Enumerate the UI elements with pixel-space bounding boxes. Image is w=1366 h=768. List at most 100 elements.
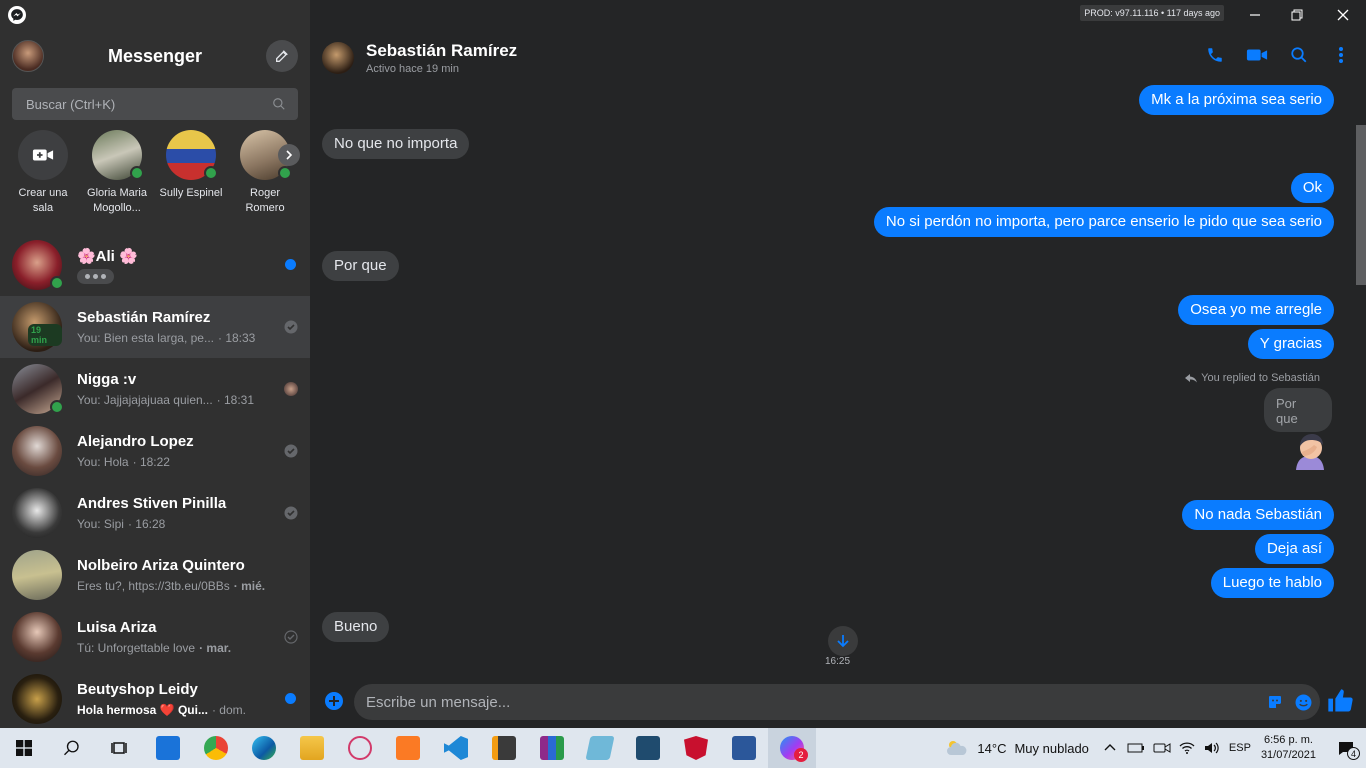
taskbar-app-sublime[interactable] — [480, 728, 528, 768]
conversation-item[interactable]: Luisa Ariza Tú: Unforgettable love · mar. — [0, 606, 310, 668]
taskbar-app-chrome[interactable] — [192, 728, 240, 768]
taskbar-app-messenger[interactable]: 2 — [768, 728, 816, 768]
message-input[interactable] — [366, 693, 1264, 711]
volume-icon[interactable] — [1203, 741, 1219, 755]
scroll-to-bottom-button[interactable] — [828, 626, 858, 656]
taskbar-app-snipping[interactable] — [336, 728, 384, 768]
taskbar-app-word[interactable] — [720, 728, 768, 768]
sticker-icon — [1269, 696, 1281, 708]
vscode-icon — [444, 736, 468, 760]
conversation-sidebar: Messenger Crear una sala Gloria Maria Mo… — [0, 0, 310, 728]
scrollbar-thumb[interactable] — [1356, 125, 1366, 285]
search-input[interactable] — [26, 96, 246, 112]
outgoing-message[interactable]: Ok — [1290, 173, 1334, 203]
search-bar[interactable] — [12, 88, 298, 120]
stories-next-button[interactable] — [278, 144, 300, 166]
incoming-message[interactable]: No que no importa — [322, 129, 470, 159]
weather-description: Muy nublado — [1014, 740, 1089, 756]
quoted-reply[interactable]: Por que — [1264, 388, 1332, 432]
task-view-button[interactable] — [96, 728, 144, 768]
outgoing-message[interactable]: Osea yo me arregle — [1178, 295, 1334, 325]
unread-indicator — [285, 259, 296, 270]
input-language[interactable]: ESP — [1229, 742, 1251, 754]
system-tray: 14°C Muy nublado ESP 6:56 p. m. 31/07/20… — [945, 728, 1366, 768]
taskbar-app-notes[interactable] — [576, 728, 624, 768]
like-button[interactable] — [1326, 687, 1354, 715]
clock-date: 31/07/2021 — [1260, 749, 1316, 761]
story-label: Sully Espinel — [159, 187, 223, 199]
sticker-button[interactable] — [1264, 691, 1286, 713]
conversation-item[interactable]: 🌸Ali 🌸 — [0, 234, 310, 296]
delivered-check-icon — [284, 444, 298, 458]
chevron-up-icon[interactable] — [1103, 741, 1117, 755]
sent-check-icon — [284, 630, 298, 644]
active-contact[interactable]: Gloria Maria Mogollo... — [80, 130, 154, 234]
conversation-preview: You: Hola — [77, 455, 129, 469]
outgoing-message[interactable]: Luego te hablo — [1210, 568, 1334, 598]
close-button[interactable] — [1332, 4, 1354, 26]
minimize-button[interactable] — [1244, 4, 1266, 26]
more-options-button[interactable] — [1330, 44, 1352, 66]
emoji-button[interactable] — [1292, 691, 1314, 713]
conversation-item[interactable]: Nolbeiro Ariza Quintero Eres tu?, https:… — [0, 544, 310, 606]
sublime-icon — [492, 736, 516, 760]
taskbar-app-xampp[interactable] — [384, 728, 432, 768]
search-in-chat-button[interactable] — [1288, 44, 1310, 66]
messenger-badge: 2 — [794, 748, 808, 762]
video-call-button[interactable] — [1246, 44, 1268, 66]
camera-in-use-icon[interactable] — [1153, 741, 1171, 755]
outgoing-message[interactable]: Y gracias — [1247, 329, 1334, 359]
conversation-item[interactable]: 19 min Sebastián Ramírez You: Bien esta … — [0, 296, 310, 358]
taskbar-app-mysql[interactable] — [624, 728, 672, 768]
conversation-item[interactable]: Nigga :v You: Jajjajajajuaa quien... · 18… — [0, 358, 310, 420]
conversation-item[interactable]: Alejandro Lopez You: Hola · 18:22 — [0, 420, 310, 482]
taskbar-app-edge[interactable] — [240, 728, 288, 768]
outgoing-message[interactable]: No nada Sebastián — [1182, 500, 1334, 530]
facepalm-emoji-sticker[interactable] — [1290, 432, 1330, 472]
my-avatar[interactable] — [12, 40, 44, 72]
taskbar-app-mcafee[interactable] — [672, 728, 720, 768]
incoming-message[interactable]: Por que — [322, 251, 399, 281]
battery-icon[interactable] — [1127, 741, 1145, 755]
new-message-button[interactable] — [265, 40, 298, 72]
search-icon — [273, 98, 285, 110]
taskbar-search-button[interactable] — [48, 728, 96, 768]
wifi-icon[interactable] — [1179, 741, 1195, 755]
outgoing-message[interactable]: Mk a la próxima sea serio — [1139, 85, 1334, 115]
conversation-item[interactable]: Beutyshop Leidy Hola hermosa ❤️ Qui... · … — [0, 668, 310, 728]
taskbar-app-mail[interactable] — [144, 728, 192, 768]
chat-panel: PROD: v97.11.116 • 117 days ago Sebastiá… — [310, 0, 1366, 728]
message-timestamp: 16:25 — [825, 656, 851, 667]
folder-icon — [300, 736, 324, 760]
story-label: Crear una sala — [18, 187, 68, 214]
system-clock[interactable]: 6:56 p. m. 31/07/2021 — [1261, 733, 1316, 763]
edge-icon — [252, 736, 276, 760]
mcafee-icon — [684, 736, 708, 760]
contact-avatar[interactable] — [322, 42, 354, 74]
create-room-button[interactable]: Crear una sala — [6, 130, 80, 234]
taskbar-app-vscode[interactable] — [432, 728, 480, 768]
app-title: Messenger — [107, 45, 203, 66]
message-input-wrapper[interactable] — [354, 684, 1320, 720]
audio-call-button[interactable] — [1204, 44, 1226, 66]
conversation-name: Luisa Ariza — [77, 619, 157, 636]
outgoing-message[interactable]: No si perdón no importa, pero parce ense… — [873, 207, 1334, 237]
start-button[interactable] — [0, 728, 48, 768]
conversation-item[interactable]: Andres Stiven Pinilla You: Sipi · 16:28 — [0, 482, 310, 544]
more-actions-button[interactable] — [324, 691, 344, 711]
incoming-message[interactable]: Bueno — [322, 612, 390, 642]
conversation-preview: You: Jajjajajajuaa quien... — [77, 393, 213, 407]
outgoing-message[interactable]: Deja así — [1254, 534, 1334, 564]
restore-button[interactable] — [1286, 4, 1308, 26]
conversation-time: · mié. — [233, 579, 266, 593]
taskbar-app-winrar[interactable] — [528, 728, 576, 768]
contact-avatar — [12, 550, 62, 600]
more-vertical-icon — [1339, 47, 1343, 63]
weather-widget[interactable]: 14°C Muy nublado — [945, 739, 1089, 757]
taskbar-app-explorer[interactable] — [288, 728, 336, 768]
action-center-button[interactable]: 4 — [1326, 728, 1366, 768]
contact-name[interactable]: Sebastián Ramírez — [366, 41, 517, 61]
conversation-name: Andres Stiven Pinilla — [77, 495, 227, 512]
active-contact[interactable]: Sully Espinel — [154, 130, 228, 234]
snipping-tool-icon — [348, 736, 372, 760]
